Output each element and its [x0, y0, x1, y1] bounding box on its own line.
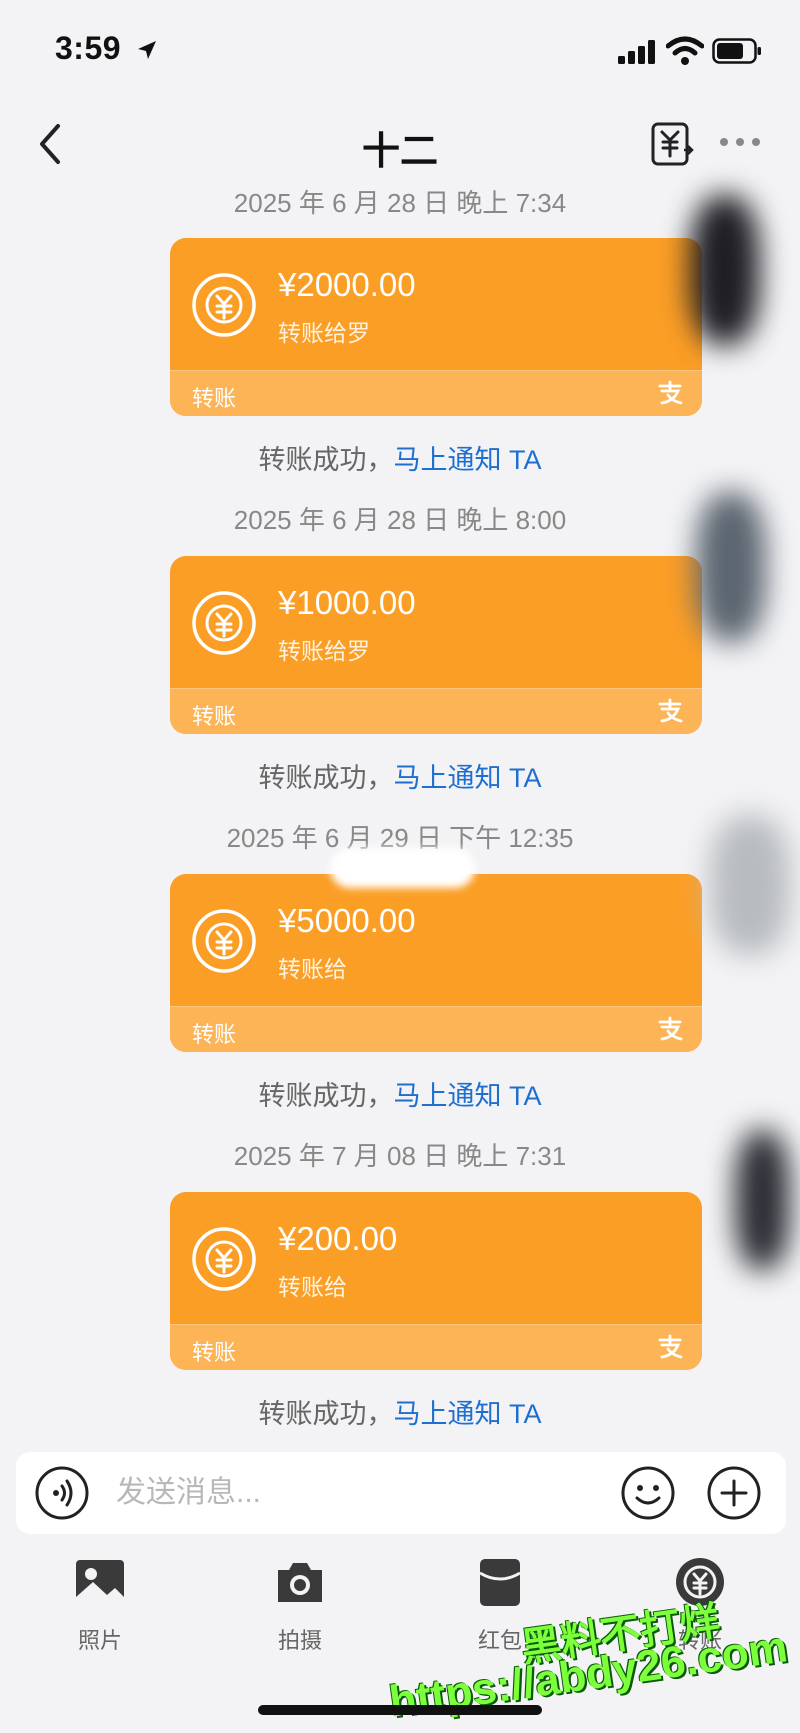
- card-body: ¥1000.00 转账给罗: [170, 556, 702, 688]
- yuan-transfer-icon: [192, 591, 256, 655]
- camera-icon: [278, 1563, 322, 1602]
- yuan-transfer-icon: [192, 1227, 256, 1291]
- status-time: 3:59: [55, 30, 122, 66]
- transfer-success-text: 转账成功，: [258, 445, 394, 475]
- toolbar-photo[interactable]: 照片: [40, 1555, 160, 1665]
- notify-link[interactable]: 马上通知 TA: [394, 1081, 542, 1111]
- nav-bar: 十二: [0, 110, 800, 180]
- yuan-transfer-icon: [192, 909, 256, 973]
- toolbar-camera-label: 拍摄: [277, 1628, 322, 1653]
- message-input[interactable]: [116, 1466, 616, 1520]
- transfer-recipient: 转账给: [278, 956, 347, 982]
- transfer-card[interactable]: ¥200.00 转账给 转账: [170, 1192, 702, 1370]
- redacted-avatar: [696, 492, 766, 642]
- transfer-type-label: 转账: [192, 704, 237, 729]
- transfer-success-text: 转账成功，: [258, 1081, 394, 1111]
- redacted-avatar: [690, 195, 760, 345]
- transfer-amount: ¥1000.00: [278, 584, 416, 621]
- transfer-type-label: 转账: [192, 1022, 237, 1047]
- transfer-card[interactable]: ¥1000.00 转账给罗 转账: [170, 556, 702, 734]
- transfer-status-line: 转账成功，马上通知 TA: [0, 1392, 800, 1431]
- wifi-icon: [666, 36, 704, 65]
- more-dots-icon[interactable]: [718, 132, 762, 152]
- card-footer: 转账: [170, 688, 702, 734]
- transfer-amount: ¥5000.00: [278, 902, 416, 939]
- chat-screen: 3:59 十二 2025 年 6 月 28 日 晚上 7:34 ¥2000.00…: [0, 0, 800, 1733]
- card-body: ¥200.00 转账给: [170, 1192, 702, 1324]
- redacted-avatar: [735, 1130, 790, 1270]
- voice-input-icon[interactable]: [34, 1465, 90, 1521]
- alipay-icon: [658, 1334, 683, 1359]
- redacted-avatar: [710, 815, 790, 955]
- transfer-status-line: 转账成功，马上通知 TA: [0, 756, 800, 795]
- photo-icon: [76, 1560, 124, 1604]
- home-indicator: [258, 1705, 542, 1715]
- transfer-card[interactable]: ¥2000.00 转账给罗 转账: [170, 238, 702, 416]
- location-arrow-icon: [138, 41, 156, 59]
- card-body: ¥2000.00 转账给罗: [170, 238, 702, 370]
- battery-icon: [712, 38, 761, 64]
- notify-link[interactable]: 马上通知 TA: [394, 763, 542, 793]
- redaction-patch: [330, 848, 475, 888]
- transfer-type-label: 转账: [192, 1340, 237, 1365]
- message-timestamp: 2025 年 6 月 28 日 晚上 8:00: [233, 505, 567, 535]
- cellular-signal-icon: [618, 40, 655, 64]
- red-packet-icon: [479, 1559, 521, 1606]
- status-bar: 3:59: [0, 0, 800, 100]
- toolbar-camera[interactable]: 拍摄: [240, 1555, 360, 1665]
- message-timestamp: 2025 年 6 月 28 日 晚上 7:34: [233, 188, 567, 218]
- transfer-amount: ¥200.00: [278, 1220, 398, 1257]
- alipay-icon: [658, 698, 683, 723]
- transfer-type-label: 转账: [192, 386, 237, 411]
- message-timestamp: 2025 年 7 月 08 日 晚上 7:31: [233, 1141, 567, 1171]
- card-footer: 转账: [170, 1006, 702, 1052]
- currency-exchange-icon[interactable]: [650, 120, 694, 168]
- toolbar-photo-label: 照片: [77, 1628, 122, 1653]
- alipay-icon: [658, 380, 683, 405]
- transfer-amount: ¥2000.00: [278, 266, 416, 303]
- emoji-icon[interactable]: [620, 1465, 676, 1521]
- yuan-transfer-icon: [192, 273, 256, 337]
- card-body: ¥5000.00 转账给: [170, 874, 702, 1006]
- alipay-icon: [658, 1016, 683, 1041]
- transfer-card[interactable]: ¥5000.00 转账给 转账: [170, 874, 702, 1052]
- transfer-recipient: 转账给罗: [278, 320, 370, 346]
- transfer-status-line: 转账成功，马上通知 TA: [0, 438, 800, 477]
- message-input-bar: [16, 1452, 786, 1534]
- card-footer: 转账: [170, 1324, 702, 1370]
- transfer-success-text: 转账成功，: [258, 1399, 394, 1429]
- transfer-status-line: 转账成功，马上通知 TA: [0, 1074, 800, 1113]
- transfer-recipient: 转账给罗: [278, 638, 370, 664]
- notify-link[interactable]: 马上通知 TA: [394, 445, 542, 475]
- plus-icon[interactable]: [706, 1465, 762, 1521]
- card-footer: 转账: [170, 370, 702, 416]
- transfer-success-text: 转账成功，: [258, 763, 394, 793]
- transfer-recipient: 转账给: [278, 1274, 347, 1300]
- notify-link[interactable]: 马上通知 TA: [394, 1399, 542, 1429]
